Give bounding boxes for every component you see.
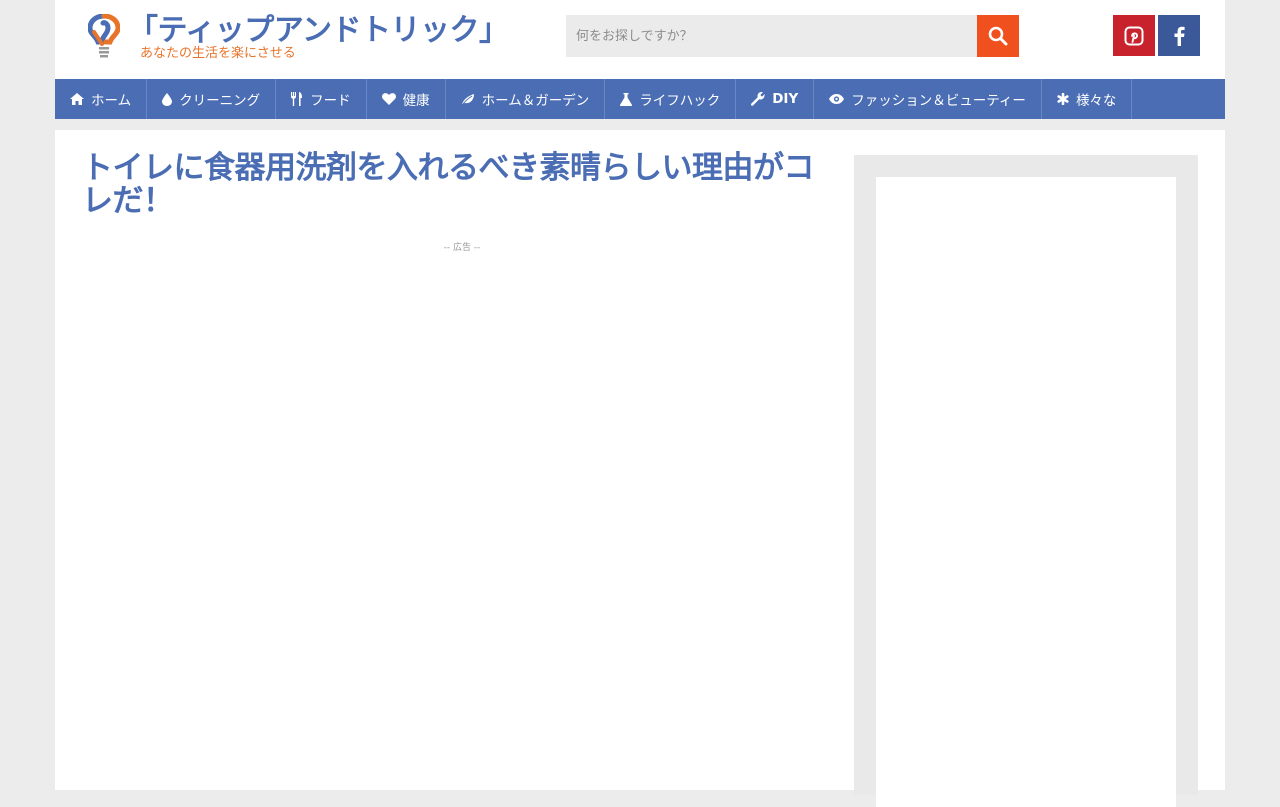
nav-label: ホーム＆ガーデン xyxy=(481,93,590,109)
nav-label: 様々な xyxy=(1075,93,1117,109)
leaf-icon xyxy=(461,93,475,105)
content-area: トイレに食器用洗剤を入れるべき素晴らしい理由がコレだ！ -- 広告 -- xyxy=(55,130,1225,807)
search-form xyxy=(566,15,1019,57)
nav-label: ホーム xyxy=(91,93,132,109)
site-title: 「ティップアンドトリック」 xyxy=(128,13,509,48)
site-header: 「ティップアンドトリック」 あなたの生活を楽にさせる xyxy=(55,0,1225,79)
pinterest-button[interactable] xyxy=(1113,15,1155,56)
sidebar-ad-slot xyxy=(876,177,1176,807)
nav-item-lifehack[interactable]: ライフハック xyxy=(605,79,737,119)
site-tagline: あなたの生活を楽にさせる xyxy=(140,46,296,61)
nav-label: フード xyxy=(310,93,351,109)
nav-item-fashion-beauty[interactable]: ファッション＆ビューティー xyxy=(814,79,1042,119)
nav-label: ファッション＆ビューティー xyxy=(851,93,1026,109)
search-icon xyxy=(988,26,1008,46)
home-icon xyxy=(70,93,84,105)
article: トイレに食器用洗剤を入れるべき素晴らしい理由がコレだ！ -- 広告 -- xyxy=(82,150,842,254)
main-nav: ホーム クリーニング フード 健康 ホーム＆ガーデン ライフハック DIY ファ… xyxy=(55,79,1225,119)
nav-item-home[interactable]: ホーム xyxy=(55,79,148,119)
nav-item-cleaning[interactable]: クリーニング xyxy=(147,79,277,119)
social-links xyxy=(1113,15,1200,56)
site-logo[interactable]: 「ティップアンドトリック」 あなたの生活を楽にさせる xyxy=(88,14,509,64)
drop-icon xyxy=(162,92,173,106)
heart-icon xyxy=(381,93,396,105)
nav-label: クリーニング xyxy=(179,93,261,109)
nav-label: DIY xyxy=(772,91,799,107)
nav-label: ライフハック xyxy=(639,93,721,109)
nav-item-diy[interactable]: DIY xyxy=(736,79,815,119)
cutlery-icon xyxy=(291,92,303,106)
eye-icon xyxy=(829,94,845,104)
page-wrapper: 「ティップアンドトリック」 あなたの生活を楽にさせる 何をお探しですか？ ホーム… xyxy=(55,0,1225,807)
search-input[interactable] xyxy=(566,15,977,57)
lightbulb-question-icon xyxy=(88,14,120,58)
nav-item-home-garden[interactable]: ホーム＆ガーデン xyxy=(446,79,606,119)
nav-item-food[interactable]: フード xyxy=(276,79,367,119)
search-button[interactable] xyxy=(977,15,1019,57)
wrench-icon xyxy=(751,92,765,106)
article-title: トイレに食器用洗剤を入れるべき素晴らしい理由がコレだ！ xyxy=(82,150,815,219)
nav-item-health[interactable]: 健康 xyxy=(367,79,446,119)
nav-label: 健康 xyxy=(402,93,430,109)
asterisk-icon xyxy=(1057,93,1069,105)
pinterest-icon xyxy=(1124,26,1144,45)
facebook-icon xyxy=(1174,26,1185,46)
flask-icon xyxy=(620,92,633,106)
sidebar xyxy=(854,155,1198,807)
nav-item-misc[interactable]: 様々な xyxy=(1042,79,1133,119)
ad-label: -- 広告 -- xyxy=(443,243,481,253)
facebook-button[interactable] xyxy=(1158,15,1200,56)
